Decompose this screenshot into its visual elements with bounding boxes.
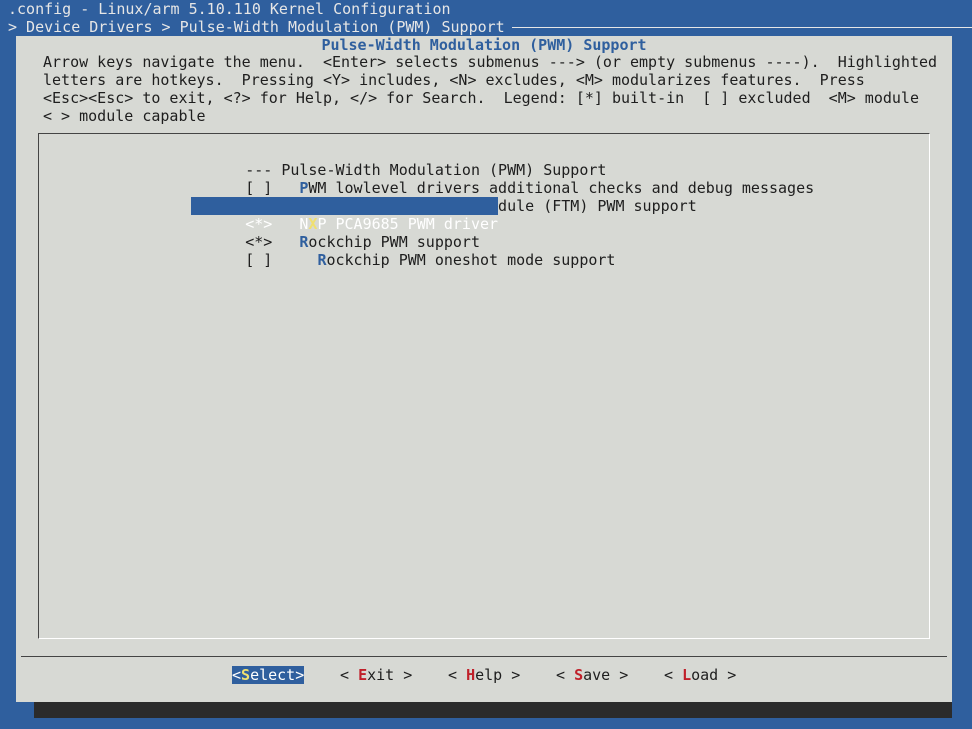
- button-label: elp >: [475, 666, 521, 684]
- button-bracket: <: [556, 666, 575, 684]
- breadcrumb-text: > Device Drivers > Pulse-Width Modulatio…: [8, 18, 505, 36]
- save-button[interactable]: < Save >: [556, 666, 628, 684]
- button-hotkey: H: [466, 666, 476, 684]
- load-button[interactable]: < Load >: [664, 666, 736, 684]
- window-title: .config - Linux/arm 5.10.110 Kernel Conf…: [8, 0, 451, 18]
- menu-item-rockchip-oneshot[interactable]: [ ] Rockchip PWM oneshot mode support: [191, 233, 615, 269]
- menu-item-pwm-debug[interactable]: [ ] PWM lowlevel drivers additional chec…: [191, 161, 814, 197]
- button-bracket: <: [448, 666, 467, 684]
- help-line-3: <Esc><Esc> to exit, <?> for Help, </> fo…: [43, 89, 919, 107]
- exit-button[interactable]: < Exit >: [340, 666, 412, 684]
- menu-item-ftm-pwm[interactable]: < > Freescale FlexTimer Module (FTM) PWM…: [191, 179, 697, 215]
- button-label: elect>: [250, 666, 305, 684]
- button-hotkey: S: [574, 666, 584, 684]
- menu-item-rockchip-pwm[interactable]: <*> Rockchip PWM support: [191, 215, 480, 251]
- select-button[interactable]: <Select>: [232, 666, 305, 684]
- config-dialog: Pulse-Width Modulation (PWM) Support Arr…: [16, 36, 952, 702]
- breadcrumb: > Device Drivers > Pulse-Width Modulatio…: [8, 18, 505, 36]
- button-bar-divider: [21, 656, 947, 657]
- header-rule: [512, 27, 972, 28]
- help-line-4: < > module capable: [43, 107, 206, 125]
- menu-list: --- Pulse-Width Modulation (PWM) Support…: [38, 133, 930, 639]
- button-label: ave >: [583, 666, 629, 684]
- menu-item-pca9685-selected[interactable]: <*> NXP PCA9685 PWM driver: [191, 197, 499, 233]
- help-line-2: letters are hotkeys. Pressing <Y> includ…: [43, 71, 865, 89]
- button-label: oad >: [691, 666, 737, 684]
- help-text: Arrow keys navigate the menu. <Enter> se…: [43, 53, 937, 125]
- menu-item-label: ockchip PWM oneshot mode support: [326, 251, 616, 269]
- button-label: xit >: [367, 666, 413, 684]
- help-button[interactable]: < Help >: [448, 666, 520, 684]
- button-hotkey: E: [358, 666, 368, 684]
- menu-item-pwm-support[interactable]: --- Pulse-Width Modulation (PWM) Support: [191, 143, 606, 179]
- button-hotkey: S: [241, 666, 251, 684]
- button-bracket: <: [232, 666, 242, 684]
- button-bracket: <: [340, 666, 359, 684]
- button-hotkey: L: [682, 666, 692, 684]
- dialog-title: Pulse-Width Modulation (PWM) Support: [16, 36, 952, 54]
- dialog-title-text: Pulse-Width Modulation (PWM) Support: [317, 36, 651, 54]
- menu-item-state: [ ]: [245, 251, 273, 269]
- button-bracket: <: [664, 666, 683, 684]
- help-line-1: Arrow keys navigate the menu. <Enter> se…: [43, 53, 938, 71]
